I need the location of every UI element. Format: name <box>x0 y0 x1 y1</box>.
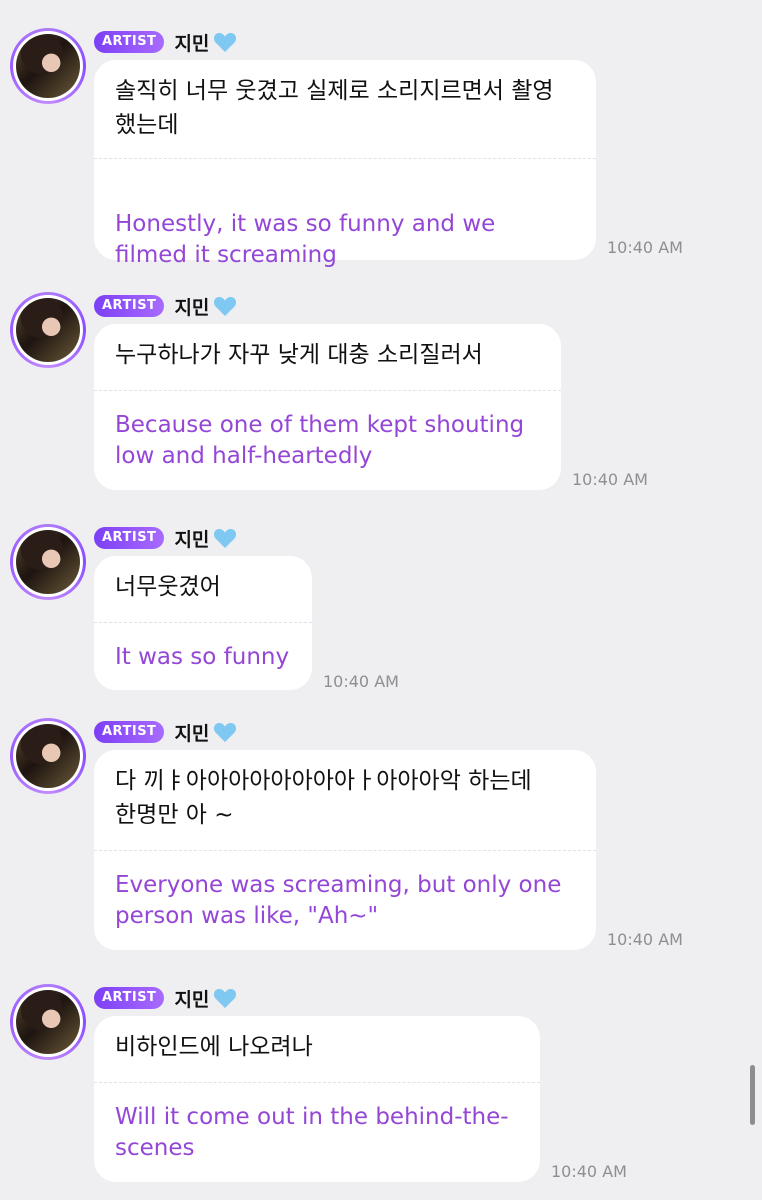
heart-icon <box>214 297 237 316</box>
avatar-photo <box>16 530 80 594</box>
avatar-photo <box>16 34 80 98</box>
message-korean: 너무웃겼어 <box>115 574 221 600</box>
artist-badge: ARTIST <box>94 721 165 743</box>
avatar-photo <box>16 298 80 362</box>
avatar-photo <box>16 724 80 788</box>
heart-icon <box>214 989 237 1008</box>
translation-divider <box>94 1082 540 1083</box>
message-header: ARTIST 지민 <box>94 292 237 320</box>
message-header: ARTIST 지민 <box>94 524 237 552</box>
message-translation: It was so funny <box>115 644 290 670</box>
message-header: ARTIST 지민 <box>94 718 237 746</box>
artist-badge: ARTIST <box>94 527 165 549</box>
message-korean: 비하인드에 나오려나 <box>115 1034 313 1060</box>
message-time: 10:40 AM <box>551 1162 627 1181</box>
message-header: ARTIST 지민 <box>94 28 237 56</box>
heart-icon <box>214 33 237 52</box>
sender-name: 지민 <box>174 722 210 745</box>
message-time: 10:40 AM <box>607 238 683 257</box>
translation-divider <box>94 158 596 159</box>
artist-avatar[interactable] <box>10 292 86 368</box>
translation-divider <box>94 850 596 851</box>
sender-name: 지민 <box>174 528 210 551</box>
sender-name: 지민 <box>174 296 210 319</box>
artist-badge: ARTIST <box>94 31 165 53</box>
translation-divider <box>94 622 312 623</box>
sender-name: 지민 <box>174 988 210 1011</box>
translation-divider <box>94 390 561 391</box>
message-header: ARTIST 지민 <box>94 984 237 1012</box>
message-bubble[interactable]: 비하인드에 나오려나 Will it come out in the behin… <box>94 1016 540 1182</box>
heart-icon <box>214 723 237 742</box>
artist-avatar[interactable] <box>10 984 86 1060</box>
message-bubble[interactable]: 누구하나가 자꾸 낮게 대충 소리질러서 Because one of them… <box>94 324 561 490</box>
artist-badge: ARTIST <box>94 987 165 1009</box>
message-translation: Will it come out in the behind-the- scen… <box>115 1104 509 1161</box>
message-korean: 다 끼ㅑ아아아아아아아아ㅏ아아아악 하는데 한명만 아 ~ <box>115 768 532 828</box>
sender-name: 지민 <box>174 32 210 55</box>
message-korean: 솔직히 너무 웃겼고 실제로 소리지르면서 촬영 했는데 <box>115 78 554 138</box>
message-time: 10:40 AM <box>607 930 683 949</box>
artist-avatar[interactable] <box>10 28 86 104</box>
message-bubble[interactable]: 너무웃겼어 It was so funny <box>94 556 312 690</box>
artist-badge: ARTIST <box>94 295 165 317</box>
avatar-photo <box>16 990 80 1054</box>
message-time: 10:40 AM <box>572 470 648 489</box>
scrollbar[interactable] <box>750 1065 755 1125</box>
artist-avatar[interactable] <box>10 718 86 794</box>
message-bubble[interactable]: 다 끼ㅑ아아아아아아아아ㅏ아아아악 하는데 한명만 아 ~ Everyone w… <box>94 750 596 950</box>
heart-icon <box>214 529 237 548</box>
message-time: 10:40 AM <box>323 672 399 691</box>
message-bubble[interactable]: 솔직히 너무 웃겼고 실제로 소리지르면서 촬영 했는데 Honestly, i… <box>94 60 596 268</box>
message-translation: Honestly, it was so funny and we filmed … <box>115 211 496 268</box>
message-translation: Everyone was screaming, but only one per… <box>115 872 562 929</box>
artist-avatar[interactable] <box>10 524 86 600</box>
message-translation: Because one of them kept shouting low an… <box>115 412 525 469</box>
message-korean: 누구하나가 자꾸 낮게 대충 소리질러서 <box>115 342 483 368</box>
